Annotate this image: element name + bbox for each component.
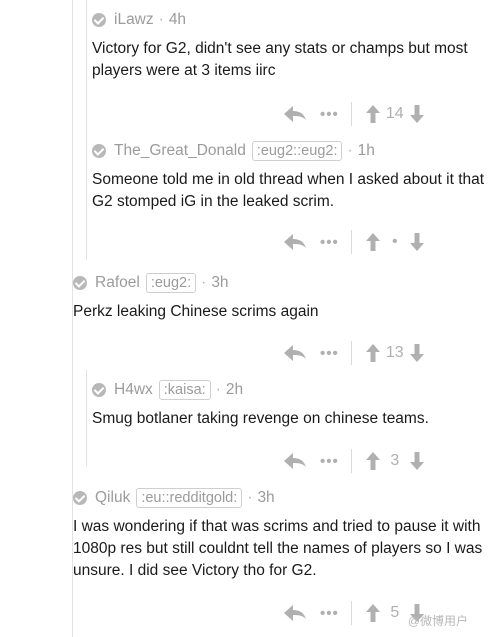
- reply-icon[interactable]: [284, 453, 306, 469]
- collapse-check-icon[interactable]: [73, 276, 87, 290]
- upvote-icon[interactable]: [365, 344, 380, 362]
- reply-icon[interactable]: [284, 605, 306, 621]
- comment: Qiluk :eu::redditgold: · 3h I was wonder…: [73, 486, 487, 582]
- separator-dot: ·: [347, 142, 353, 159]
- divider: [350, 341, 352, 365]
- comment-time: 3h: [257, 489, 275, 506]
- comment-time: 3h: [211, 274, 229, 291]
- comment-body: I was wondering if that was scrims and t…: [73, 518, 483, 579]
- thread-line: [86, 370, 87, 466]
- separator-dot: ·: [215, 381, 221, 398]
- comment-header: The_Great_Donald :eug2::eug2: · 1h: [92, 139, 487, 163]
- comment-actions: ••• 3: [284, 449, 424, 473]
- comment-header: Qiluk :eu::redditgold: · 3h: [73, 486, 487, 510]
- more-options-icon[interactable]: •••: [320, 234, 339, 251]
- comment-author[interactable]: Rafoel: [95, 274, 140, 292]
- user-flair: :kaisa:: [158, 380, 211, 400]
- more-options-icon[interactable]: •••: [320, 345, 339, 362]
- comment-actions: ••• •: [284, 230, 424, 254]
- reply-icon[interactable]: [284, 345, 306, 361]
- upvote-icon[interactable]: [365, 105, 380, 123]
- collapse-check-icon[interactable]: [92, 383, 106, 397]
- vote-count: •: [391, 233, 398, 250]
- comment-time: 2h: [225, 381, 244, 398]
- separator-dot: ·: [201, 274, 207, 291]
- more-options-icon[interactable]: •••: [320, 605, 339, 622]
- more-options-icon[interactable]: •••: [320, 106, 339, 123]
- divider: [350, 449, 352, 473]
- comment-author[interactable]: H4wx: [114, 381, 153, 399]
- comment-body: Victory for G2, didn't see any stats or …: [92, 40, 468, 79]
- separator-dot: ·: [247, 489, 253, 506]
- comment-header: Rafoel :eug2: · 3h: [73, 271, 487, 295]
- more-options-icon[interactable]: •••: [320, 453, 339, 470]
- downvote-icon[interactable]: [409, 452, 424, 470]
- user-flair: :eug2::eug2:: [251, 141, 343, 161]
- vote-count: 14: [385, 105, 404, 122]
- watermark: @微博用户: [407, 614, 468, 628]
- comment-author[interactable]: iLawz: [114, 11, 154, 29]
- comment-actions: ••• 5: [284, 601, 424, 625]
- reply-icon[interactable]: [284, 234, 306, 250]
- user-flair: :eug2:: [145, 273, 197, 293]
- collapse-check-icon[interactable]: [73, 491, 87, 505]
- comment-body: Someone told me in old thread when I ask…: [92, 171, 485, 210]
- vote-count: 3: [390, 452, 400, 469]
- comment-actions: ••• 14: [284, 102, 424, 126]
- separator-dot: ·: [158, 11, 164, 28]
- comment-header: H4wx :kaisa: · 2h: [92, 378, 487, 402]
- user-flair: :eu::redditgold:: [136, 488, 243, 508]
- comment: The_Great_Donald :eug2::eug2: · 1h Someo…: [92, 139, 487, 213]
- comment-actions: ••• 13: [284, 341, 424, 365]
- divider: [350, 230, 352, 254]
- downvote-icon[interactable]: [409, 105, 424, 123]
- vote-count: 5: [390, 604, 400, 621]
- upvote-icon[interactable]: [365, 604, 380, 622]
- divider: [350, 601, 352, 625]
- collapse-check-icon[interactable]: [92, 144, 106, 158]
- comment-body: Smug botlaner taking revenge on chinese …: [92, 410, 429, 427]
- downvote-icon[interactable]: [409, 344, 424, 362]
- comment-time: 1h: [357, 142, 375, 159]
- comment-author[interactable]: The_Great_Donald: [114, 142, 246, 160]
- comment: iLawz · 4h Victory for G2, didn't see an…: [92, 8, 487, 82]
- comment-time: 4h: [168, 11, 187, 28]
- comment-body: Perkz leaking Chinese scrims again: [73, 303, 319, 320]
- reply-icon[interactable]: [284, 106, 306, 122]
- vote-count: 13: [385, 344, 404, 361]
- upvote-icon[interactable]: [365, 452, 380, 470]
- downvote-icon[interactable]: [409, 233, 424, 251]
- thread-line: [86, 0, 87, 260]
- comment: H4wx :kaisa: · 2h Smug botlaner taking r…: [92, 378, 487, 430]
- collapse-check-icon[interactable]: [92, 13, 106, 27]
- comment-header: iLawz · 4h: [92, 8, 487, 32]
- upvote-icon[interactable]: [365, 233, 380, 251]
- comment-author[interactable]: Qiluk: [95, 489, 130, 507]
- divider: [350, 102, 352, 126]
- comment: Rafoel :eug2: · 3h Perkz leaking Chinese…: [73, 271, 487, 323]
